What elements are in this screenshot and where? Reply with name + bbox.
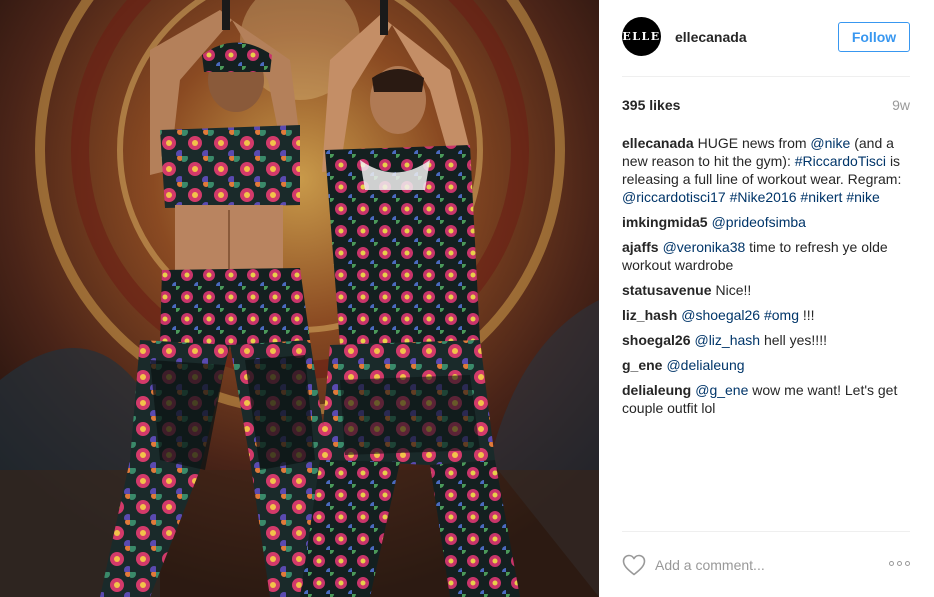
comment-username[interactable]: shoegal26 [622,332,690,348]
mention-link[interactable]: @nike [810,135,850,151]
comment-item: statusavenue Nice!! [622,281,914,299]
caption: ellecanada HUGE news from @nike (and a ne… [622,134,914,206]
mention-link[interactable]: @g_ene [695,382,748,398]
avatar[interactable]: ELLE [622,17,661,56]
mention-link[interactable]: @prideofsimba [712,214,806,230]
comment-item: liz_hash @shoegal26 #omg !!! [622,306,914,324]
comment-item: ajaffs @veronika38 time to refresh ye old… [622,238,914,274]
username-link[interactable]: ellecanada [675,29,747,45]
comment-input[interactable] [655,556,865,574]
mention-link[interactable]: @veronika38 [663,239,746,255]
dot [897,560,902,566]
mention-link[interactable]: @riccardotisci17 [622,189,726,205]
caption-username[interactable]: ellecanada [622,135,694,151]
more-options-icon[interactable] [886,558,910,568]
comment-username[interactable]: delialeung [622,382,691,398]
dot [889,560,894,566]
post-time[interactable]: 9w [892,97,910,113]
likes-row: 395 likes 9w [622,97,910,117]
mention-link[interactable]: @shoegal26 [681,307,760,323]
mention-link[interactable]: @delialeung [666,357,744,373]
comment-item: shoegal26 @liz_hash hell yes!!!! [622,331,914,349]
photo-illustration [0,0,599,597]
hashtag-link[interactable]: #nike [846,189,879,205]
comment-item: delialeung @g_ene wow me want! Let's get … [622,381,914,417]
instagram-post: ELLE ellecanada Follow 395 likes 9w elle… [0,0,934,597]
hashtag-link[interactable]: #RiccardoTisci [795,153,886,169]
dot [905,560,910,566]
heart-icon[interactable] [622,554,646,576]
hashtag-link[interactable]: #Nike2016 [730,189,797,205]
likes-count[interactable]: 395 likes [622,97,680,113]
hashtag-link[interactable]: #omg [764,307,799,323]
comment-username[interactable]: imkingmida5 [622,214,708,230]
comment-text: hell yes!!!! [763,332,827,348]
caption-text: HUGE news from [697,135,807,151]
comment-username[interactable]: ajaffs [622,239,659,255]
post-photo[interactable] [0,0,599,597]
follow-button[interactable]: Follow [838,22,910,52]
comment-username[interactable]: g_ene [622,357,662,373]
comment-text: Nice!! [715,282,752,298]
comment-username[interactable]: liz_hash [622,307,677,323]
mention-link[interactable]: @liz_hash [694,332,760,348]
hashtag-link[interactable]: #nikert [800,189,842,205]
avatar-logo-text: ELLE [622,30,661,43]
post-side-panel: ELLE ellecanada Follow 395 likes 9w elle… [599,0,934,597]
comment-username[interactable]: statusavenue [622,282,711,298]
comment-footer [622,531,910,597]
comment-item: imkingmida5 @prideofsimba [622,213,914,231]
comments-list: ellecanada HUGE news from @nike (and a ne… [622,134,914,424]
comment-item: g_ene @delialeung [622,356,914,374]
post-header: ELLE ellecanada Follow [622,0,910,77]
comment-text: !!! [802,307,815,323]
